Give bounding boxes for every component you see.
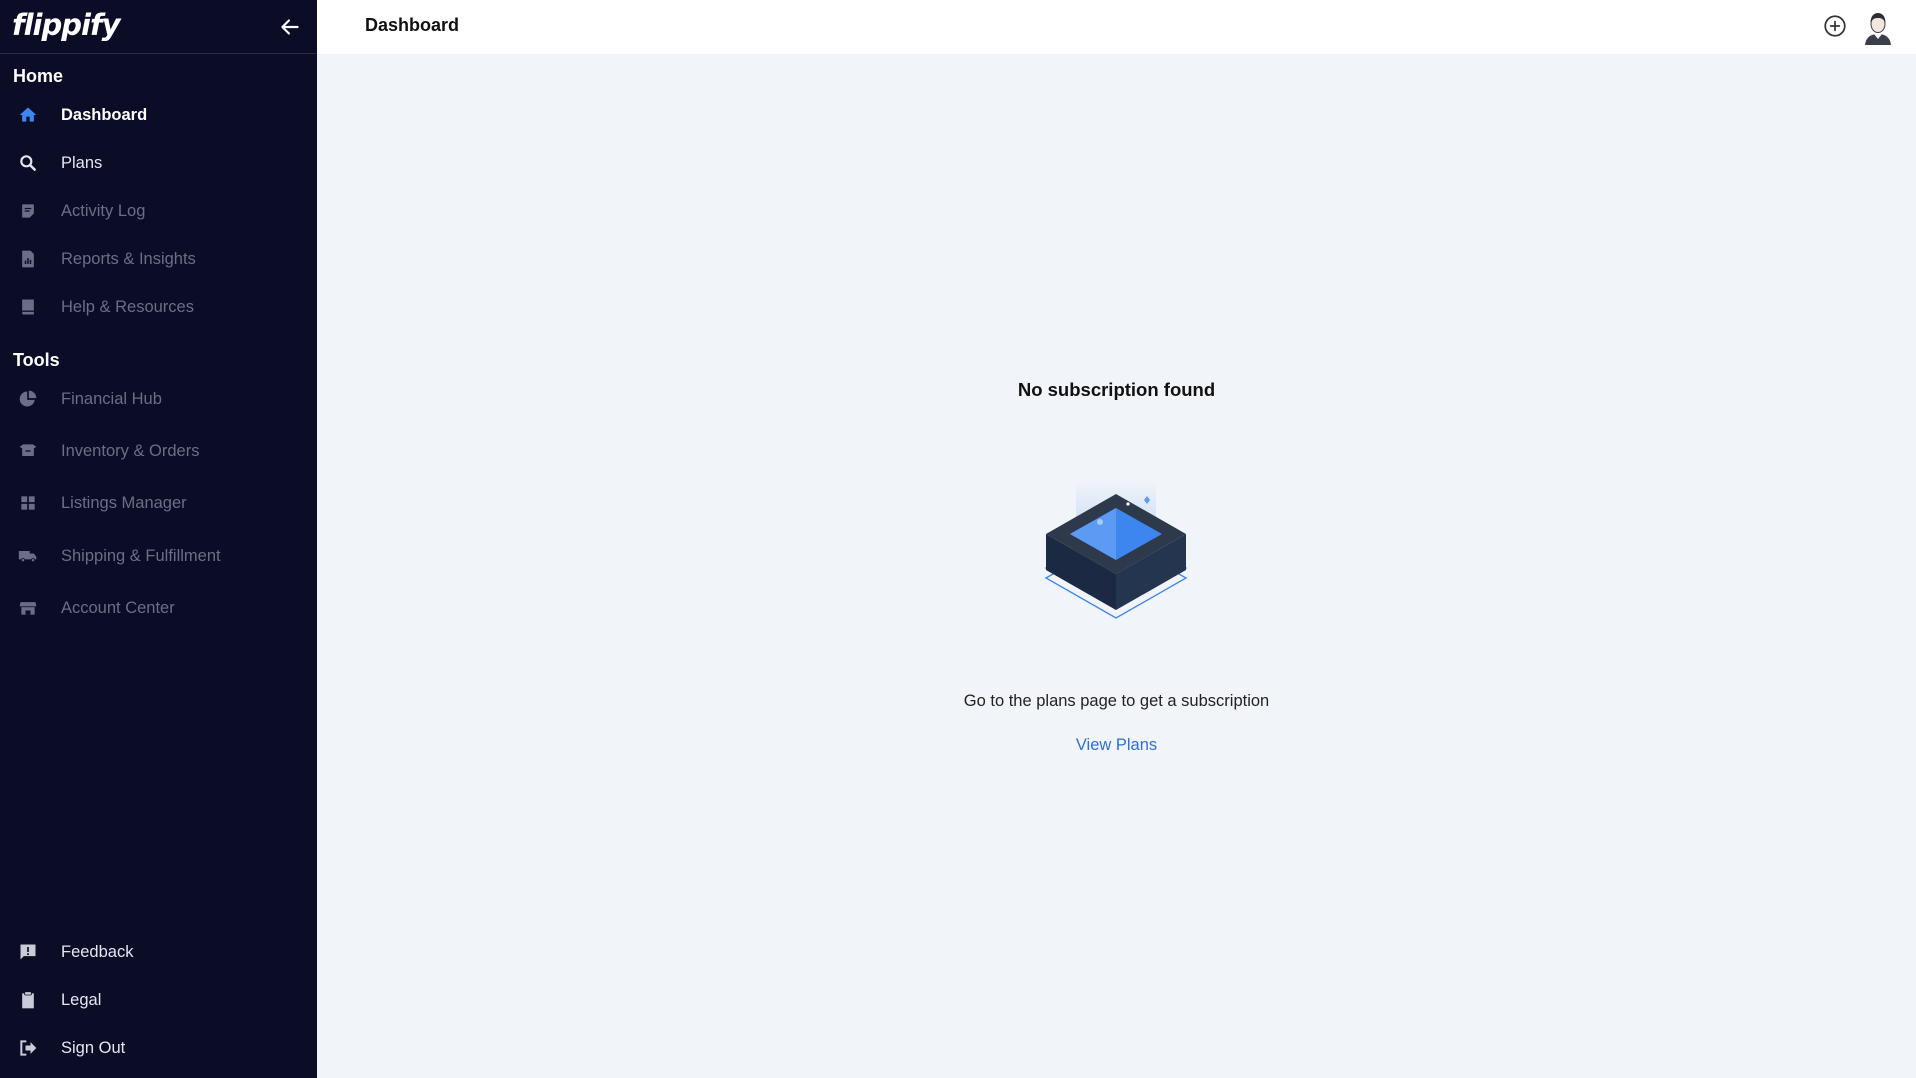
sidebar-item-plans[interactable]: Plans (0, 143, 317, 183)
note-icon (18, 201, 38, 221)
sidebar-item-financial-hub[interactable]: Financial Hub (0, 379, 317, 419)
sidebar-item-legal[interactable]: Legal (0, 980, 317, 1020)
tools-section-title: Tools (13, 350, 60, 370)
view-plans-link[interactable]: View Plans (317, 736, 1916, 755)
box-icon (18, 441, 38, 461)
sidebar-item-label: Dashboard (61, 105, 148, 124)
sidebar-item-label: Activity Log (61, 201, 146, 220)
sidebar-item-shipping-fulfillment[interactable]: Shipping & Fulfillment (0, 536, 317, 576)
book-icon (18, 297, 38, 317)
sidebar-item-label: Account Center (61, 598, 175, 617)
sidebar-item-listings-manager[interactable]: Listings Manager (0, 483, 317, 523)
collapse-sidebar-button[interactable] (277, 14, 303, 40)
sidebar-item-label: Listings Manager (61, 493, 187, 512)
sidebar-item-label: Feedback (61, 942, 134, 961)
sidebar-item-sign-out[interactable]: Sign Out (0, 1028, 317, 1068)
sidebar-item-label: Help & Resources (61, 297, 194, 316)
clipboard-icon (18, 990, 38, 1010)
add-button[interactable] (1822, 13, 1848, 39)
sidebar-item-dashboard[interactable]: Dashboard (0, 95, 317, 135)
sidebar-item-label: Legal (61, 990, 102, 1009)
sidebar: flippify Home Dashboard Plans Activity L… (0, 0, 317, 1078)
store-icon (18, 598, 38, 618)
sign-out-icon (18, 1038, 38, 1058)
sidebar-item-label: Reports & Insights (61, 249, 196, 268)
plus-circle-icon (1824, 15, 1846, 37)
pie-chart-icon (18, 389, 38, 409)
truck-icon (18, 546, 38, 566)
sidebar-item-label: Plans (61, 153, 103, 172)
home-icon (18, 105, 38, 125)
brand-row: flippify (0, 0, 317, 54)
user-avatar[interactable] (1860, 9, 1896, 45)
report-icon (18, 249, 38, 269)
empty-box-illustration (1036, 424, 1196, 634)
avatar-icon (1865, 13, 1891, 45)
sidebar-item-feedback[interactable]: Feedback (0, 932, 317, 972)
sidebar-item-label: Shipping & Fulfillment (61, 546, 221, 565)
sidebar-item-reports-insights[interactable]: Reports & Insights (0, 239, 317, 279)
feedback-icon (18, 942, 38, 962)
grid-icon (18, 493, 38, 513)
sidebar-item-help-resources[interactable]: Help & Resources (0, 287, 317, 327)
sidebar-item-label: Financial Hub (61, 389, 162, 408)
sidebar-item-inventory-orders[interactable]: Inventory & Orders (0, 431, 317, 471)
arrow-left-icon (281, 19, 299, 35)
sidebar-item-activity-log[interactable]: Activity Log (0, 191, 317, 231)
empty-state-message: Go to the plans page to get a subscripti… (963, 692, 1270, 710)
page-title: Dashboard (365, 15, 460, 35)
sidebar-item-label: Inventory & Orders (61, 441, 200, 460)
sidebar-item-label: Sign Out (61, 1038, 126, 1057)
empty-state-title: No subscription found (1017, 379, 1216, 400)
search-icon (18, 153, 38, 173)
home-section-title: Home (13, 66, 64, 86)
top-bar: Dashboard (317, 0, 1916, 54)
main-content: No subscription found Go to the plans pa… (317, 54, 1916, 1078)
flippify-logo[interactable]: flippify (12, 8, 120, 42)
sidebar-item-account-center[interactable]: Account Center (0, 588, 317, 628)
